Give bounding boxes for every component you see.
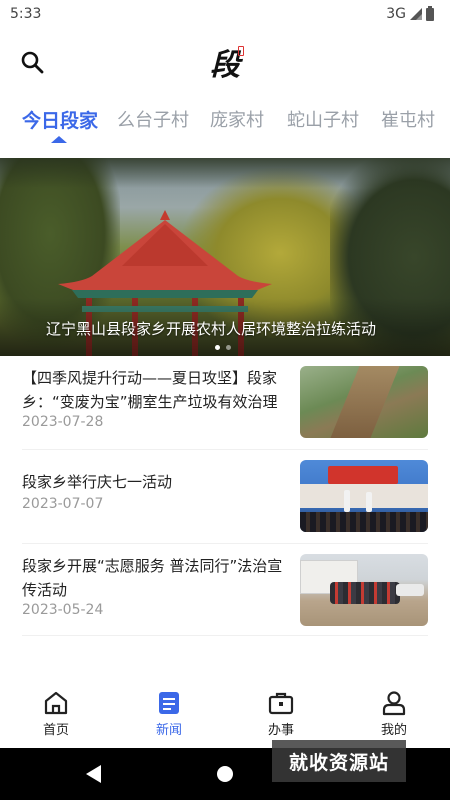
- tab-cuitun-village[interactable]: 崔屯村: [381, 106, 435, 132]
- home-icon: [44, 691, 68, 715]
- nav-label: 我的: [380, 723, 407, 738]
- banner-title: 辽宁黑山县段家乡开展农村人居环境整治拉练活动: [46, 320, 377, 338]
- carousel-dot[interactable]: [215, 345, 220, 350]
- logo-seal: [238, 46, 244, 56]
- watermark-label: 就收资源站: [272, 740, 406, 782]
- nav-label: 首页: [42, 723, 69, 738]
- news-title: 段家乡举行庆七一活动: [22, 473, 173, 491]
- news-title: 【四季风提升行动——夏日攻坚】段家乡：“变废为宝”棚室生产垃圾有效治理: [22, 369, 278, 411]
- carousel-dot[interactable]: [226, 345, 231, 350]
- banner-photo-shade: [0, 158, 450, 188]
- thumbnail-crowd: [330, 582, 400, 604]
- thumbnail-banner: [328, 466, 398, 484]
- news-thumbnail: [300, 366, 428, 438]
- tab-today-duanjia[interactable]: 今日段家: [22, 106, 98, 133]
- carousel-dots: [215, 345, 231, 350]
- status-time: 5:33: [10, 6, 42, 22]
- nav-news[interactable]: 新闻: [129, 690, 209, 744]
- nav-home[interactable]: 首页: [16, 690, 96, 744]
- status-icons: 3G: [386, 5, 434, 22]
- home-button-icon[interactable]: [217, 766, 233, 782]
- tab-sheshanzi-village[interactable]: 蛇山子村: [287, 106, 359, 132]
- thumbnail-person: [344, 490, 350, 512]
- thumbnail-person: [366, 492, 372, 512]
- back-icon[interactable]: [86, 765, 101, 783]
- status-bar: 5:33 3G: [0, 0, 450, 28]
- logo-text: 段: [210, 48, 240, 83]
- news-item[interactable]: 段家乡开展“志愿服务 普法同行”法治宣传活动 2023-05-24: [22, 544, 428, 636]
- nav-services[interactable]: 办事: [241, 690, 321, 744]
- thumbnail-stage: [300, 484, 428, 508]
- bottom-nav: 首页 新闻 办事 我的: [0, 682, 450, 746]
- battery-icon: [426, 5, 434, 21]
- news-icon: [159, 692, 179, 714]
- news-title: 段家乡开展“志愿服务 普法同行”法治宣传活动: [22, 557, 283, 599]
- nav-profile[interactable]: 我的: [354, 690, 434, 744]
- news-item[interactable]: 段家乡举行庆七一活动 2023-07-07: [22, 450, 428, 544]
- network-type: 3G: [386, 6, 406, 22]
- app-logo: 段: [202, 42, 248, 83]
- news-date: 2023-05-24: [22, 602, 104, 618]
- tab-yaotaizi-village[interactable]: 么台子村: [117, 106, 189, 132]
- search-icon[interactable]: [20, 50, 46, 76]
- app-header: 段: [0, 38, 450, 86]
- tab-pangjia-village[interactable]: 庞家村: [210, 106, 264, 132]
- thumbnail-car: [396, 584, 424, 596]
- news-item[interactable]: 【四季风提升行动——夏日攻坚】段家乡：“变废为宝”棚室生产垃圾有效治理 2023…: [22, 356, 428, 450]
- briefcase-icon: [268, 692, 294, 715]
- news-date: 2023-07-28: [22, 414, 104, 430]
- thumbnail-furrow: [330, 366, 400, 438]
- channel-tabs: 今日段家 么台子村 庞家村 蛇山子村 崔屯村: [0, 100, 450, 148]
- thumbnail-crowd: [300, 512, 428, 532]
- news-thumbnail: [300, 460, 428, 532]
- nav-label: 新闻: [155, 723, 182, 738]
- news-thumbnail: [300, 554, 428, 626]
- profile-icon: [382, 691, 406, 716]
- news-date: 2023-07-07: [22, 496, 104, 512]
- signal-icon: [410, 8, 422, 20]
- banner-carousel[interactable]: 辽宁黑山县段家乡开展农村人居环境整治拉练活动: [0, 158, 450, 356]
- nav-label: 办事: [267, 723, 294, 738]
- tab-active-indicator: [51, 136, 67, 143]
